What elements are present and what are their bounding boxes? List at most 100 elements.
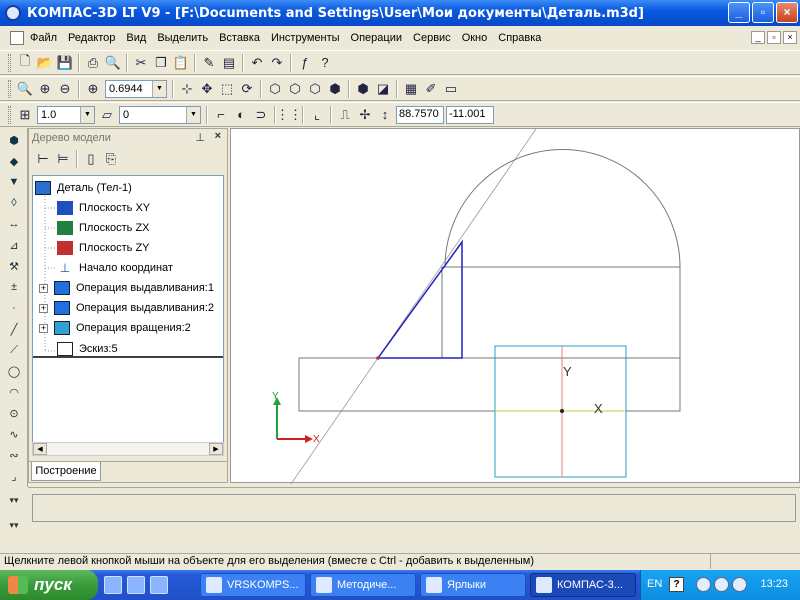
function-icon[interactable]: ƒ	[296, 54, 314, 72]
minimize-button[interactable]: _	[728, 2, 750, 23]
aux-geometry-icon[interactable]: ◆	[4, 152, 24, 170]
magnet-icon[interactable]: ⊃	[252, 106, 270, 124]
menu-service[interactable]: Сервис	[413, 32, 451, 44]
perspective-icon[interactable]: ◪	[374, 80, 392, 98]
network-icon[interactable]	[714, 577, 729, 592]
menu-select[interactable]: Выделить	[157, 32, 208, 44]
tree-structure-icon[interactable]: ⊢	[34, 150, 52, 168]
cut-icon[interactable]: ✂	[132, 54, 150, 72]
kompas-app-icon[interactable]	[5, 5, 21, 21]
ortho-icon[interactable]: ⎍	[336, 106, 354, 124]
save-icon[interactable]: 💾	[56, 54, 74, 72]
tree-item[interactable]: Эскиз:5	[57, 342, 118, 356]
media-player-icon[interactable]	[150, 576, 168, 594]
tab-construction[interactable]: Построение	[31, 462, 101, 481]
tree-order-icon[interactable]: ⊨	[54, 150, 72, 168]
shaded-edges-icon[interactable]: ⬢	[354, 80, 372, 98]
undo-icon[interactable]: ↶	[248, 54, 266, 72]
scroll-left-icon[interactable]: ◀	[33, 443, 47, 455]
menu-view[interactable]: Вид	[126, 32, 146, 44]
doc-minimize-icon[interactable]: _	[751, 31, 765, 44]
chamfer-icon[interactable]: ⌟	[4, 467, 24, 485]
zoom-scale-icon[interactable]: ⊕	[84, 80, 102, 98]
task-button[interactable]: Ярлыки	[420, 573, 526, 597]
coord-y-field[interactable]: -11.001	[446, 105, 494, 124]
panel-close-icon[interactable]: ×	[215, 130, 221, 142]
parameter-icon[interactable]: ±	[4, 278, 24, 296]
expand-icon[interactable]: ▾▾	[0, 495, 28, 506]
zoom-out-icon[interactable]: ⊖	[56, 80, 74, 98]
copy-icon[interactable]: ❐	[152, 54, 170, 72]
tree-item[interactable]: + Операция выдавливания:1	[39, 281, 214, 295]
volume-icon[interactable]	[732, 577, 747, 592]
task-button-active[interactable]: КОМПАС-3...	[530, 573, 636, 597]
tree-export-icon[interactable]: ⎘	[102, 150, 120, 168]
expand-icon[interactable]: +	[39, 283, 48, 293]
document-icon[interactable]	[10, 31, 24, 45]
new-file-icon[interactable]: 🗋	[16, 53, 34, 72]
dimension-icon[interactable]: ↔	[4, 215, 24, 233]
grid-icon[interactable]: ⋮⋮	[276, 106, 302, 124]
menu-file[interactable]: Файл	[30, 32, 57, 44]
pan-icon[interactable]: ✥	[198, 80, 216, 98]
tree-item[interactable]: Плоскость XY	[57, 201, 150, 215]
rotate-icon[interactable]: ⟳	[238, 80, 256, 98]
close-button[interactable]: ×	[776, 2, 798, 23]
menu-help[interactable]: Справка	[498, 32, 541, 44]
sketch-mode-icon[interactable]: ⌐	[212, 106, 230, 124]
maximize-button[interactable]: ▫	[752, 2, 774, 23]
zoom-all-icon[interactable]: ⬚	[218, 80, 236, 98]
open-file-icon[interactable]: 📂	[36, 54, 54, 72]
help-pointer-icon[interactable]: ?	[316, 54, 334, 72]
line-tool-icon[interactable]: ╱	[4, 320, 24, 338]
step-combo[interactable]: 1.0 ▼	[37, 105, 95, 124]
menu-insert[interactable]: Вставка	[219, 32, 260, 44]
print-icon[interactable]: ⎙	[84, 54, 102, 72]
spline-icon[interactable]: ∾	[4, 446, 24, 464]
menu-window[interactable]: Окно	[462, 32, 488, 44]
edit-part-icon[interactable]: ⬢	[4, 131, 24, 149]
task-button[interactable]: VRSKOMPS...	[200, 573, 306, 597]
properties-icon[interactable]: ✎	[200, 54, 218, 72]
tray-icon[interactable]: ▭	[442, 80, 460, 98]
tree-item[interactable]: Плоскость ZX	[57, 221, 150, 235]
wireframe-icon[interactable]: ⬡	[266, 80, 284, 98]
orientation-icon[interactable]: ⊹	[178, 80, 196, 98]
tree-doc-icon[interactable]: ▯	[82, 150, 100, 168]
hammer-icon[interactable]: ⚒	[4, 257, 24, 275]
diagnostic-icon[interactable]: ◊	[4, 194, 24, 212]
arc-icon[interactable]: ◠	[4, 383, 24, 401]
circle-icon[interactable]: ◯	[4, 362, 24, 380]
doc-close-icon[interactable]: ×	[783, 31, 797, 44]
tree-hscroll[interactable]: ◀ ▶	[32, 442, 224, 456]
expand-icon[interactable]: +	[39, 323, 48, 333]
coord-x-field[interactable]: 88.7570	[396, 105, 444, 124]
hidden-lines-icon[interactable]: ⬡	[286, 80, 304, 98]
start-button[interactable]: пуск	[0, 570, 98, 600]
snap-icon[interactable]: ◐	[232, 106, 250, 124]
zoom-window-icon[interactable]: 🔍	[16, 80, 34, 98]
library-icon[interactable]: ▤	[220, 54, 238, 72]
redo-icon[interactable]: ↷	[268, 54, 286, 72]
layer-icon[interactable]: ▱	[98, 106, 116, 124]
menu-edit[interactable]: Редактор	[68, 32, 115, 44]
cursor-icon[interactable]: ✢	[356, 106, 374, 124]
menu-tools[interactable]: Инструменты	[271, 32, 340, 44]
scroll-right-icon[interactable]: ▶	[209, 443, 223, 455]
expand-icon[interactable]: +	[39, 303, 48, 313]
tree-item[interactable]: + Операция вращения:2	[39, 321, 191, 335]
help-icon[interactable]: ?	[669, 577, 684, 592]
pin-icon[interactable]: ⊥	[195, 131, 205, 144]
tree-root[interactable]: Деталь (Тел-1)	[35, 181, 132, 195]
edit-icon[interactable]: ✐	[422, 80, 440, 98]
task-button[interactable]: Методиче...	[310, 573, 416, 597]
language-indicator[interactable]: EN	[647, 578, 662, 590]
tree-item[interactable]: ⊥ Начало координат	[57, 261, 173, 275]
thin-lines-icon[interactable]: ⬡	[306, 80, 324, 98]
ellipse-icon[interactable]: ⊙	[4, 404, 24, 422]
zoom-in-icon[interactable]: ⊕	[36, 80, 54, 98]
show-desktop-icon[interactable]	[104, 576, 122, 594]
firefox-icon[interactable]	[127, 576, 145, 594]
shaded-icon[interactable]: ⬢	[326, 80, 344, 98]
segment-icon[interactable]: ⟋	[4, 341, 24, 359]
